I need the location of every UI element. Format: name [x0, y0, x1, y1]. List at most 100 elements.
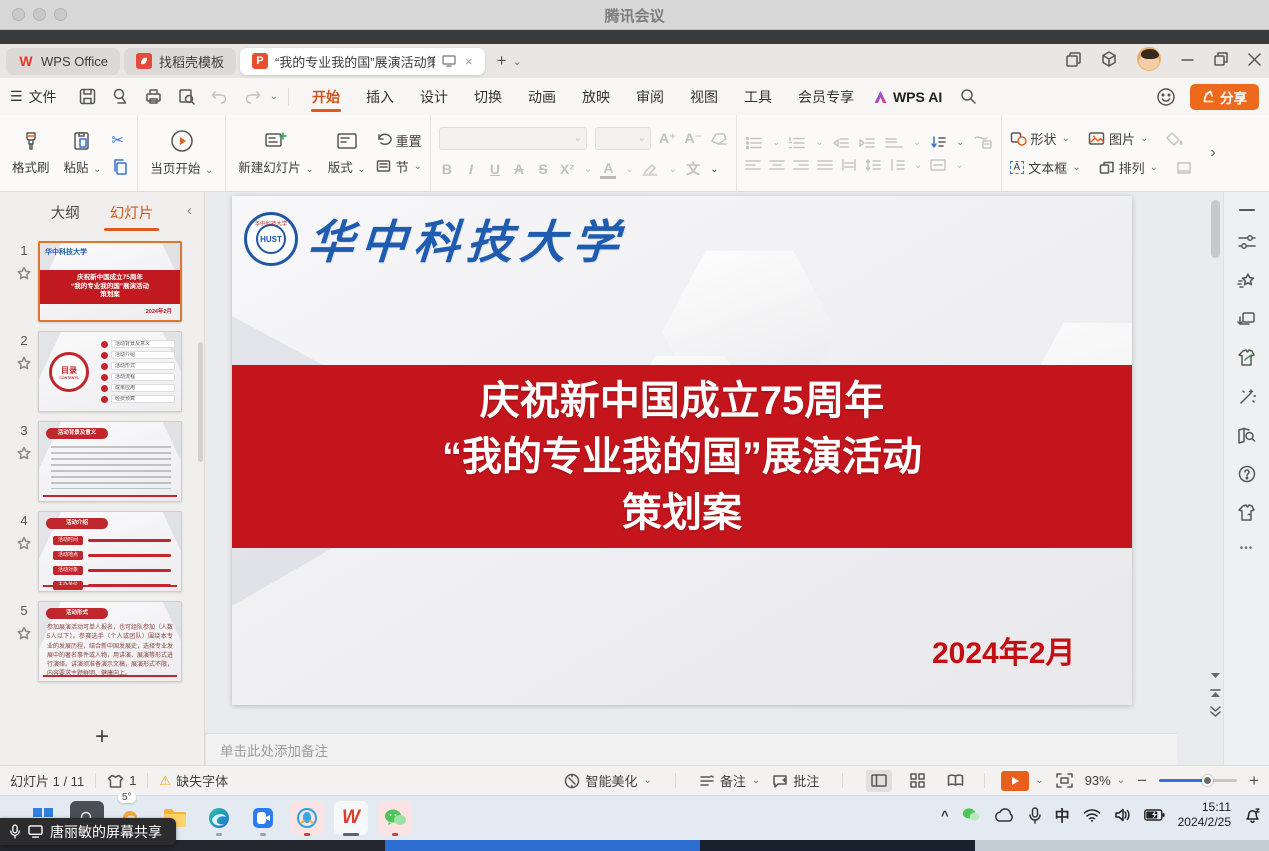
notes-chevron-icon[interactable]: ⌄	[752, 775, 760, 786]
font-size-select[interactable]: ⌄	[595, 127, 651, 150]
format-painter-button[interactable]: 格式刷	[8, 128, 54, 178]
zoom-slider-knob[interactable]	[1202, 775, 1213, 786]
play-slideshow-button[interactable]: ⌄	[1001, 771, 1043, 791]
missing-font-warning[interactable]: ⚠ 缺失字体	[159, 771, 228, 790]
undo-icon[interactable]	[211, 89, 228, 104]
zoom-in-button[interactable]: +	[1249, 771, 1259, 791]
template-indicator[interactable]: 1	[107, 773, 136, 788]
slide-editor[interactable]: 华中科技大学 HUST 华中科技大学 庆祝新中国成立75周年 “我的专业我的国”…	[232, 196, 1132, 705]
tab-close-icon[interactable]: ×	[465, 54, 473, 69]
char-strike-button[interactable]: A	[511, 161, 527, 177]
title-banner[interactable]: 庆祝新中国成立75周年 “我的专业我的国”展演活动 策划案	[232, 365, 1132, 548]
animation-star-icon[interactable]	[1237, 272, 1256, 290]
bold-button[interactable]: B	[439, 161, 455, 177]
tray-cloud-icon[interactable]	[993, 808, 1015, 823]
star-icon[interactable]	[16, 626, 32, 641]
slide-thumbnail-1[interactable]: 华中科技大学 庆祝新中国成立75周年 “我的专业我的国”展演活动 策划案 202…	[38, 241, 182, 322]
paste-button[interactable]: 粘贴 ⌄	[60, 128, 106, 178]
tray-expand-icon[interactable]: ^	[941, 808, 949, 823]
text-direction-icon[interactable]	[929, 135, 947, 150]
numbered-chevron-icon[interactable]: ⌄	[815, 137, 823, 148]
line-spacing-icon[interactable]	[865, 159, 881, 171]
copy-icon[interactable]	[111, 158, 129, 176]
align-left-icon[interactable]	[745, 159, 761, 171]
superscript-chevron-icon[interactable]: ⌄	[584, 164, 592, 175]
properties-icon[interactable]	[1238, 233, 1256, 251]
phonetic-guide-button[interactable]: 文	[685, 159, 701, 179]
shapes-chevron-icon[interactable]: ⌄	[1062, 133, 1070, 144]
zoom-slider[interactable]	[1159, 779, 1237, 782]
collapse-rail-icon[interactable]	[1239, 208, 1255, 212]
bullet-chevron-icon[interactable]: ⌄	[772, 137, 780, 148]
ribbon-expand-button[interactable]: ›	[1200, 115, 1226, 191]
slide-thumbnail-5[interactable]: 活动形式 参加展演活动可单人报名，也可组队参加（人数5人以下）。参赛选手（个人或…	[38, 601, 182, 682]
reading-view-button[interactable]	[942, 770, 968, 792]
section-chevron-icon[interactable]: ⌄	[414, 161, 422, 172]
start-from-current-button[interactable]: 当页开始 ⌄	[146, 127, 217, 179]
notification-bell-icon[interactable]	[1244, 807, 1261, 824]
comment-button[interactable]: 批注	[772, 771, 819, 790]
close-app-icon[interactable]	[1248, 53, 1261, 66]
notes-button[interactable]: 备注 ⌄	[699, 771, 760, 790]
collapse-panel-icon[interactable]: ‹	[187, 202, 192, 219]
edge-browser-button[interactable]	[202, 801, 236, 835]
tray-wechat-icon[interactable]	[962, 807, 980, 823]
zoom-level[interactable]: 93% ⌄	[1085, 773, 1125, 788]
quickbar-chevron-icon[interactable]: ⌄	[270, 91, 278, 102]
redo-icon[interactable]	[244, 89, 261, 104]
para-spacing-icon[interactable]	[889, 159, 905, 171]
star-icon[interactable]	[16, 266, 32, 281]
next-slide-icon[interactable]	[1210, 706, 1221, 717]
zoom-chevron-icon[interactable]: ⌄	[1117, 775, 1125, 786]
menu-tab-slideshow[interactable]: 放映	[569, 78, 623, 115]
menu-tab-transition[interactable]: 切换	[461, 78, 515, 115]
tray-mic-icon[interactable]	[1028, 807, 1042, 824]
find-replace-icon[interactable]	[1237, 427, 1256, 444]
previous-slide-icon[interactable]	[1210, 687, 1221, 698]
assistant-circle-icon[interactable]	[1156, 87, 1176, 107]
phonetic-chevron-icon[interactable]: ⌄	[710, 164, 718, 175]
user-avatar[interactable]	[1137, 47, 1161, 71]
docer-design-icon[interactable]	[1237, 349, 1256, 367]
tray-battery-icon[interactable]	[1144, 809, 1165, 821]
justify-icon[interactable]	[817, 159, 833, 171]
new-tab-button[interactable]: +	[497, 51, 507, 71]
tab-presentation[interactable]: P “我的专业我的国”展演活动策 ×	[240, 48, 485, 75]
cut-icon[interactable]: ✂	[111, 131, 129, 149]
star-icon[interactable]	[16, 446, 32, 461]
convert-smartart-icon[interactable]	[973, 135, 993, 150]
arrange-chevron-icon[interactable]: ⌄	[1150, 162, 1158, 173]
shrink-font-button[interactable]: A⁻	[684, 130, 702, 147]
align-right-icon[interactable]	[793, 159, 809, 171]
search-icon[interactable]	[960, 88, 977, 105]
share-button[interactable]: 分享	[1190, 84, 1259, 110]
valign-chevron-icon[interactable]: ⌄	[955, 160, 963, 171]
wps-ai-button[interactable]: WPS AI	[873, 89, 942, 105]
zoom-out-button[interactable]: −	[1137, 771, 1147, 791]
tray-clock[interactable]: 15:11 2024/2/25	[1178, 800, 1231, 830]
highlight-color-icon[interactable]	[642, 162, 660, 176]
notes-area[interactable]: 单击此处添加备注	[205, 733, 1177, 765]
more-tools-icon[interactable]: •••	[1240, 543, 1254, 554]
reset-button[interactable]: 重置	[376, 131, 422, 150]
numbered-list-icon[interactable]	[788, 136, 806, 150]
screen-share-toast[interactable]: 唐丽敏的屏幕共享	[0, 818, 176, 845]
add-slide-button[interactable]: +	[0, 723, 204, 751]
highlight-chevron-icon[interactable]: ⌄	[669, 164, 677, 175]
beautify-wand-icon[interactable]	[1238, 388, 1256, 406]
menu-tab-review[interactable]: 审阅	[623, 78, 677, 115]
ime-indicator[interactable]: 中	[1055, 805, 1070, 826]
canvas-scrollbar[interactable]	[1211, 200, 1220, 258]
slides-tab[interactable]: 幻灯片	[108, 198, 156, 227]
clear-format-icon[interactable]	[710, 132, 728, 146]
italic-button[interactable]: I	[463, 161, 479, 177]
menu-tab-animation[interactable]: 动画	[515, 78, 569, 115]
new-slide-button[interactable]: 新建幻灯片 ⌄	[234, 128, 317, 178]
print-preview-icon[interactable]	[178, 88, 195, 105]
bullet-list-icon[interactable]	[745, 136, 763, 150]
shapes-button[interactable]: 形状 ⌄	[1010, 129, 1070, 148]
strikethrough-button[interactable]: S	[535, 161, 551, 177]
menu-tab-insert[interactable]: 插入	[353, 78, 407, 115]
tab-list-chevron[interactable]: ⌄	[513, 55, 522, 68]
transition-slides-icon[interactable]	[1237, 311, 1256, 328]
